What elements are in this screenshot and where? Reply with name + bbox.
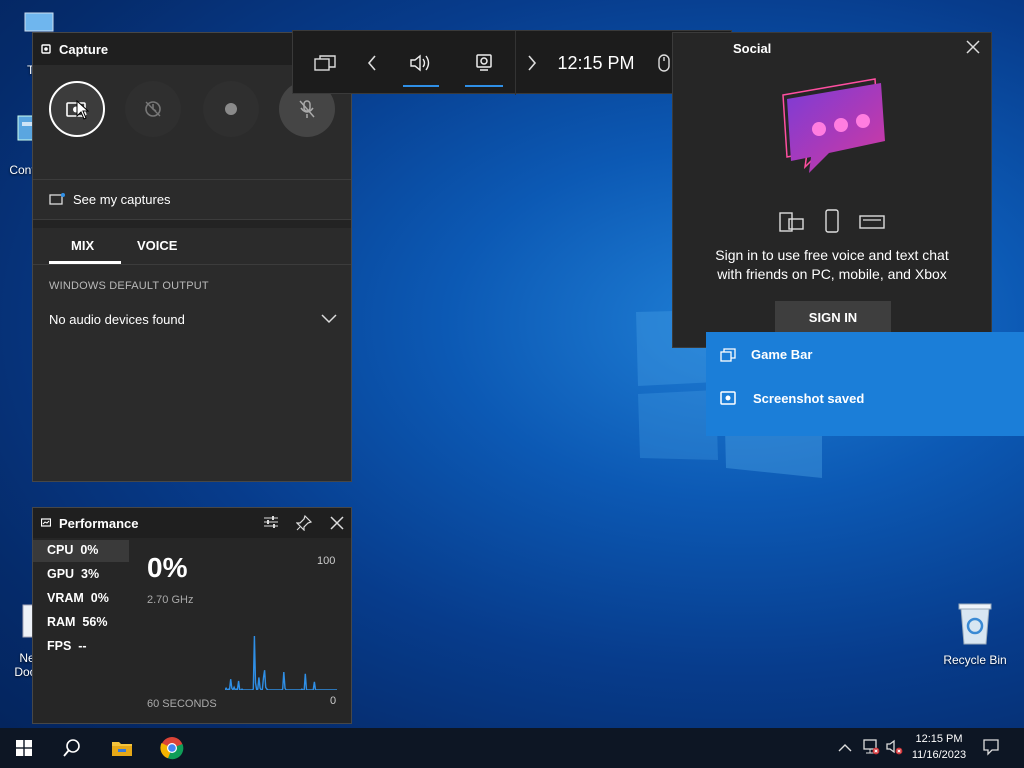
- recycle-bin-icon: [958, 603, 992, 645]
- capture-widget-icon: [41, 44, 51, 54]
- chrome-button[interactable]: [148, 728, 196, 768]
- active-indicator: [465, 85, 503, 87]
- console-icon: [859, 215, 885, 229]
- graph-min-label: 0: [330, 695, 337, 707]
- metric-gpu[interactable]: GPU 3%: [47, 567, 99, 581]
- chevron-right-icon: [528, 55, 537, 71]
- windows-logo-icon: [16, 740, 32, 756]
- see-my-captures-link[interactable]: See my captures: [49, 189, 171, 209]
- mic-off-icon: [299, 100, 315, 118]
- output-device-select[interactable]: No audio devices found: [49, 308, 337, 330]
- output-device-value: No audio devices found: [49, 311, 185, 327]
- divider: [33, 179, 351, 180]
- volume-button[interactable]: [886, 738, 904, 761]
- cpu-big-value: 0%: [147, 552, 188, 583]
- metric-vram[interactable]: VRAM 0%: [47, 591, 109, 605]
- notification-toast[interactable]: Game Bar Screenshot saved: [706, 332, 1024, 436]
- metric-ram[interactable]: RAM 56%: [47, 615, 107, 629]
- close-icon: [966, 40, 980, 54]
- search-button[interactable]: [48, 728, 96, 768]
- notification-icon: [983, 739, 999, 756]
- audio-widget-button[interactable]: [391, 31, 451, 95]
- toolbar-clock: 12:15 PM: [557, 52, 635, 73]
- toast-message: Screenshot saved: [753, 391, 865, 406]
- search-icon: [63, 739, 80, 757]
- metric-fps[interactable]: FPS --: [47, 639, 87, 653]
- record-last-30-button[interactable]: [125, 81, 181, 137]
- performance-title: Performance: [59, 515, 139, 531]
- network-status-button[interactable]: [862, 738, 880, 761]
- pin-button[interactable]: [295, 514, 313, 536]
- active-indicator: [403, 85, 439, 87]
- performance-options-button[interactable]: [263, 515, 279, 534]
- cpu-usage-line: [225, 635, 337, 690]
- graph-max-label: 100: [317, 555, 336, 567]
- start-button[interactable]: [0, 728, 48, 768]
- show-hidden-icons-button[interactable]: [838, 740, 852, 758]
- cpu-usage-graph: [225, 635, 337, 690]
- performance-close-button[interactable]: [329, 515, 345, 536]
- screenshot-icon: [720, 391, 736, 405]
- action-center-button[interactable]: [982, 738, 1000, 761]
- chat-bubble-illustration: [782, 78, 885, 173]
- social-widget: Social Sign in to use free voice and tex…: [672, 32, 992, 348]
- volume-muted-icon: [886, 739, 903, 755]
- output-device-label: WINDOWS DEFAULT OUTPUT: [49, 280, 209, 292]
- chevron-up-icon: [838, 744, 852, 752]
- phone-icon: [825, 209, 839, 233]
- tab-mix[interactable]: MIX: [71, 238, 94, 253]
- sign-in-button[interactable]: SIGN IN: [775, 301, 891, 333]
- widget-menu-icon: [314, 55, 336, 71]
- sliders-icon: [264, 516, 278, 528]
- divider: [33, 264, 351, 265]
- mouse-cursor-icon: [76, 100, 90, 120]
- capture-title: Capture: [59, 41, 109, 57]
- metric-cpu[interactable]: CPU 0%: [47, 543, 98, 557]
- start-recording-button[interactable]: [203, 81, 259, 137]
- sign-in-message: Sign in to use free voice and text chat …: [673, 246, 991, 284]
- scroll-right-button[interactable]: [517, 31, 547, 95]
- gallery-icon: [49, 193, 65, 205]
- close-icon: [330, 516, 344, 530]
- pc-icon: [779, 212, 804, 232]
- tab-voice[interactable]: VOICE: [137, 238, 177, 253]
- sign-in-message-line2: with friends on PC, mobile, and Xbox: [717, 266, 947, 282]
- network-disconnected-icon: [863, 739, 880, 755]
- clock-button[interactable]: 12:15 PM 11/16/2023: [906, 731, 972, 765]
- game-bar-app-icon: [720, 348, 736, 362]
- close-button[interactable]: [965, 39, 983, 57]
- file-explorer-button[interactable]: [98, 728, 146, 768]
- widget-menu-button[interactable]: [297, 31, 353, 95]
- social-title: Social: [733, 41, 772, 56]
- mouse-icon: [658, 54, 670, 72]
- folder-icon: [112, 742, 132, 756]
- desktop-icon-recycle-bin[interactable]: Recycle Bin: [940, 602, 1010, 670]
- record-last-icon: [145, 101, 161, 117]
- cpu-frequency: 2.70 GHz: [147, 594, 194, 606]
- toast-app-name: Game Bar: [751, 347, 813, 362]
- game-bar-toolbar: 12:15 PM: [292, 30, 732, 95]
- chevron-left-icon: [367, 55, 376, 71]
- capture-icon: [476, 54, 492, 71]
- record-dot-icon: [225, 103, 237, 115]
- sign-in-message-line1: Sign in to use free voice and text chat: [715, 247, 949, 263]
- capture-widget-button[interactable]: [453, 31, 515, 95]
- chrome-icon: [160, 737, 184, 760]
- scroll-left-button[interactable]: [357, 31, 387, 95]
- clock-time: 12:15 PM: [915, 733, 963, 745]
- pin-icon: [295, 514, 313, 532]
- graph-time-span: 60 SECONDS: [147, 698, 217, 710]
- clock-date: 11/16/2023: [911, 749, 967, 761]
- see-my-captures-label: See my captures: [73, 191, 171, 207]
- desktop-icon-label: Recycle Bin: [943, 653, 1007, 667]
- speaker-icon: [410, 54, 430, 72]
- chevron-down-icon: [321, 314, 337, 324]
- performance-icon: [41, 518, 51, 527]
- taskbar: 12:15 PM 11/16/2023: [0, 728, 1024, 768]
- performance-widget: Performance CPU 0% GPU 3% VRAM 0% RAM 56…: [32, 507, 352, 724]
